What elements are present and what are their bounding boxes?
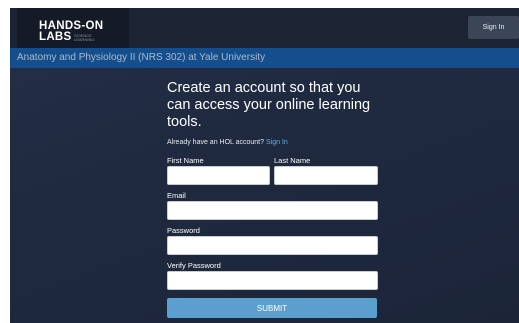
sign-in-link[interactable]: Sign In bbox=[266, 139, 288, 146]
first-name-label: First Name bbox=[167, 156, 204, 165]
password-label: Password bbox=[167, 226, 200, 235]
submit-button[interactable]: SUBMIT bbox=[167, 298, 377, 318]
last-name-label: Last Name bbox=[274, 156, 311, 165]
course-banner: Anatomy and Physiology II (NRS 302) at Y… bbox=[10, 48, 519, 68]
first-name-input[interactable] bbox=[167, 166, 270, 185]
form-heading: Create an account so that you can access… bbox=[167, 80, 371, 130]
verify-password-input[interactable] bbox=[167, 271, 378, 290]
page-frame: HANDS-ON LABS SCIENCE LEARNING Sign In A… bbox=[10, 8, 519, 323]
hands-on-labs-logo[interactable]: HANDS-ON LABS SCIENCE LEARNING bbox=[17, 8, 129, 48]
email-label: Email bbox=[167, 191, 186, 200]
existing-account-text: Already have an HOL account? bbox=[167, 139, 265, 146]
top-navigation-bar: HANDS-ON LABS SCIENCE LEARNING Sign In bbox=[10, 8, 519, 48]
existing-account-prompt: Already have an HOL account? Sign In bbox=[167, 139, 288, 146]
logo-tagline: SCIENCE LEARNING bbox=[74, 33, 95, 42]
email-input[interactable] bbox=[167, 201, 378, 220]
logo-text-line2: LABS bbox=[39, 31, 72, 43]
last-name-input[interactable] bbox=[274, 166, 378, 185]
sign-in-button[interactable]: Sign In bbox=[468, 16, 519, 39]
course-title: Anatomy and Physiology II (NRS 302) at Y… bbox=[17, 52, 266, 63]
verify-password-label: Verify Password bbox=[167, 261, 221, 270]
password-input[interactable] bbox=[167, 236, 378, 255]
